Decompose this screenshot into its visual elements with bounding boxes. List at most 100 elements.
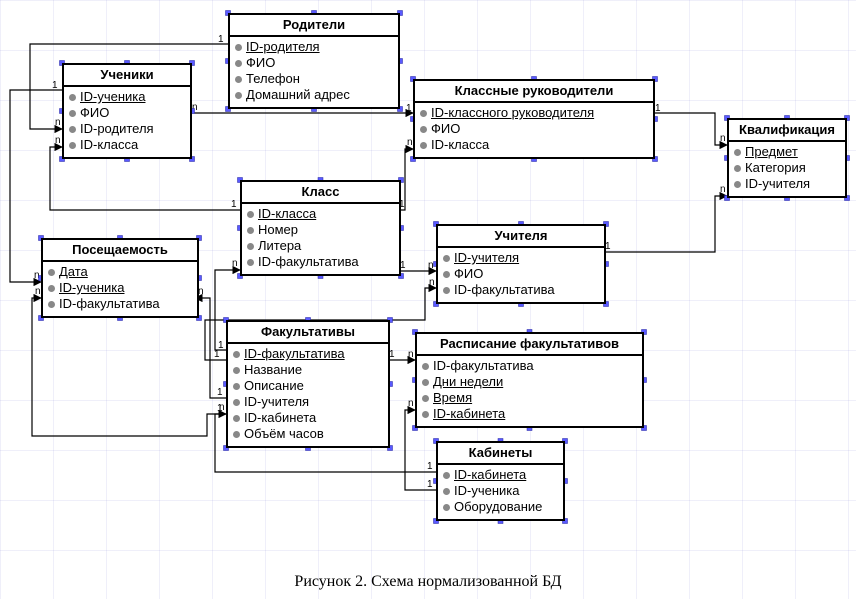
field-label: Телефон <box>246 71 300 87</box>
entity-qualification[interactable]: КвалификацияПредметКатегорияID-учителя <box>727 118 847 198</box>
field-bullet-icon <box>443 287 450 294</box>
entity-teachers[interactable]: УчителяID-учителяФИОID-факультатива <box>436 224 606 304</box>
cardinality-many: n <box>35 286 41 297</box>
entity-field: Литера <box>247 238 394 254</box>
cardinality-many: n <box>720 184 726 195</box>
entity-title: Ученики <box>64 65 190 87</box>
entity-field: ID-класса <box>69 137 185 153</box>
field-bullet-icon <box>734 181 741 188</box>
entity-field: ID-родителя <box>69 121 185 137</box>
field-bullet-icon <box>443 271 450 278</box>
cardinality-one: 1 <box>655 103 661 114</box>
field-label: ID-факультатива <box>433 358 534 374</box>
entity-field: Объём часов <box>233 426 383 442</box>
entity-field: ID-факультатива <box>48 296 192 312</box>
field-label: ФИО <box>246 55 275 71</box>
entity-field: Дата <box>48 264 192 280</box>
cardinality-one: 1 <box>231 199 237 210</box>
cardinality-many: n <box>408 398 414 409</box>
field-bullet-icon <box>233 367 240 374</box>
entity-title: Классные руководители <box>415 81 653 103</box>
field-bullet-icon <box>233 351 240 358</box>
field-label: ID-кабинета <box>454 467 526 483</box>
entity-body: ПредметКатегорияID-учителя <box>729 142 845 196</box>
field-label: ФИО <box>80 105 109 121</box>
entity-body: ID-факультативаДни неделиВремяID-кабинет… <box>417 356 642 426</box>
entity-rooms[interactable]: КабинетыID-кабинетаID-ученикаОборудовани… <box>436 441 565 521</box>
field-label: Название <box>244 362 302 378</box>
field-bullet-icon <box>247 259 254 266</box>
relationship-line[interactable] <box>195 298 226 398</box>
field-label: ID-учителя <box>454 250 519 266</box>
entity-field: Категория <box>734 160 840 176</box>
field-bullet-icon <box>48 269 55 276</box>
entity-body: ДатаID-ученикаID-факультатива <box>43 262 197 316</box>
entity-field: ID-факультатива <box>247 254 394 270</box>
field-label: Литера <box>258 238 301 254</box>
field-label: ID-факультатива <box>454 282 555 298</box>
field-bullet-icon <box>443 255 450 262</box>
cardinality-many: n <box>428 260 434 271</box>
entity-field: Телефон <box>235 71 393 87</box>
cardinality-many: n <box>429 277 435 288</box>
field-bullet-icon <box>422 411 429 418</box>
entity-class[interactable]: КлассID-классаНомерЛитераID-факультатива <box>240 180 401 276</box>
field-label: Номер <box>258 222 298 238</box>
entity-field: ID-кабинета <box>233 410 383 426</box>
field-label: ФИО <box>454 266 483 282</box>
entity-field: ID-учителя <box>233 394 383 410</box>
field-bullet-icon <box>420 126 427 133</box>
field-bullet-icon <box>69 126 76 133</box>
field-label: ID-родителя <box>246 39 320 55</box>
field-bullet-icon <box>420 110 427 117</box>
relationship-line[interactable] <box>32 298 226 436</box>
field-bullet-icon <box>233 415 240 422</box>
entity-parents[interactable]: РодителиID-родителяФИОТелефонДомашний ад… <box>228 13 400 109</box>
entity-field: ID-класса <box>247 206 394 222</box>
entity-field: ID-ученика <box>48 280 192 296</box>
relationship-line[interactable] <box>651 113 727 145</box>
cardinality-one: 1 <box>218 34 224 45</box>
entity-field: ID-факультатива <box>443 282 599 298</box>
field-label: Объём часов <box>244 426 324 442</box>
cardinality-many: n <box>408 349 414 360</box>
entity-field: ID-класса <box>420 137 648 153</box>
field-bullet-icon <box>247 227 254 234</box>
entity-students[interactable]: Ученики ID-ученикаФИОID-родителяID-класса <box>62 63 192 159</box>
field-label: ID-ученика <box>80 89 145 105</box>
cardinality-many: n <box>407 137 413 148</box>
field-bullet-icon <box>48 301 55 308</box>
field-bullet-icon <box>69 110 76 117</box>
field-label: ID-кабинета <box>433 406 505 422</box>
entity-field: ID-учителя <box>734 176 840 192</box>
field-label: ID-учителя <box>745 176 810 192</box>
field-label: ID-факультатива <box>244 346 345 362</box>
entity-schedule[interactable]: Расписание факультативовID-факультативаД… <box>415 332 644 428</box>
entity-field: Предмет <box>734 144 840 160</box>
field-bullet-icon <box>422 395 429 402</box>
field-bullet-icon <box>235 92 242 99</box>
entity-electives[interactable]: ФакультативыID-факультативаНазваниеОписа… <box>226 320 390 448</box>
field-label: ID-факультатива <box>59 296 160 312</box>
field-label: Время <box>433 390 472 406</box>
entity-attendance[interactable]: ПосещаемостьДатаID-ученикаID-факультатив… <box>41 238 199 318</box>
entity-field: ФИО <box>235 55 393 71</box>
cardinality-one: 1 <box>427 479 433 490</box>
entity-classheads[interactable]: Классные руководителиID-классного руково… <box>413 79 655 159</box>
entity-field: ФИО <box>443 266 599 282</box>
field-bullet-icon <box>233 399 240 406</box>
field-bullet-icon <box>734 165 741 172</box>
entity-title: Факультативы <box>228 322 388 344</box>
entity-field: ID-ученика <box>69 89 185 105</box>
entity-field: Название <box>233 362 383 378</box>
entity-body: ID-родителяФИОТелефонДомашний адрес <box>230 37 398 107</box>
entity-title: Посещаемость <box>43 240 197 262</box>
field-bullet-icon <box>443 504 450 511</box>
relationship-line[interactable] <box>602 196 727 252</box>
field-label: Дата <box>59 264 88 280</box>
field-label: ID-ученика <box>59 280 124 296</box>
entity-field: ID-кабинета <box>443 467 558 483</box>
entity-field: Домашний адрес <box>235 87 393 103</box>
field-bullet-icon <box>233 431 240 438</box>
field-bullet-icon <box>69 94 76 101</box>
